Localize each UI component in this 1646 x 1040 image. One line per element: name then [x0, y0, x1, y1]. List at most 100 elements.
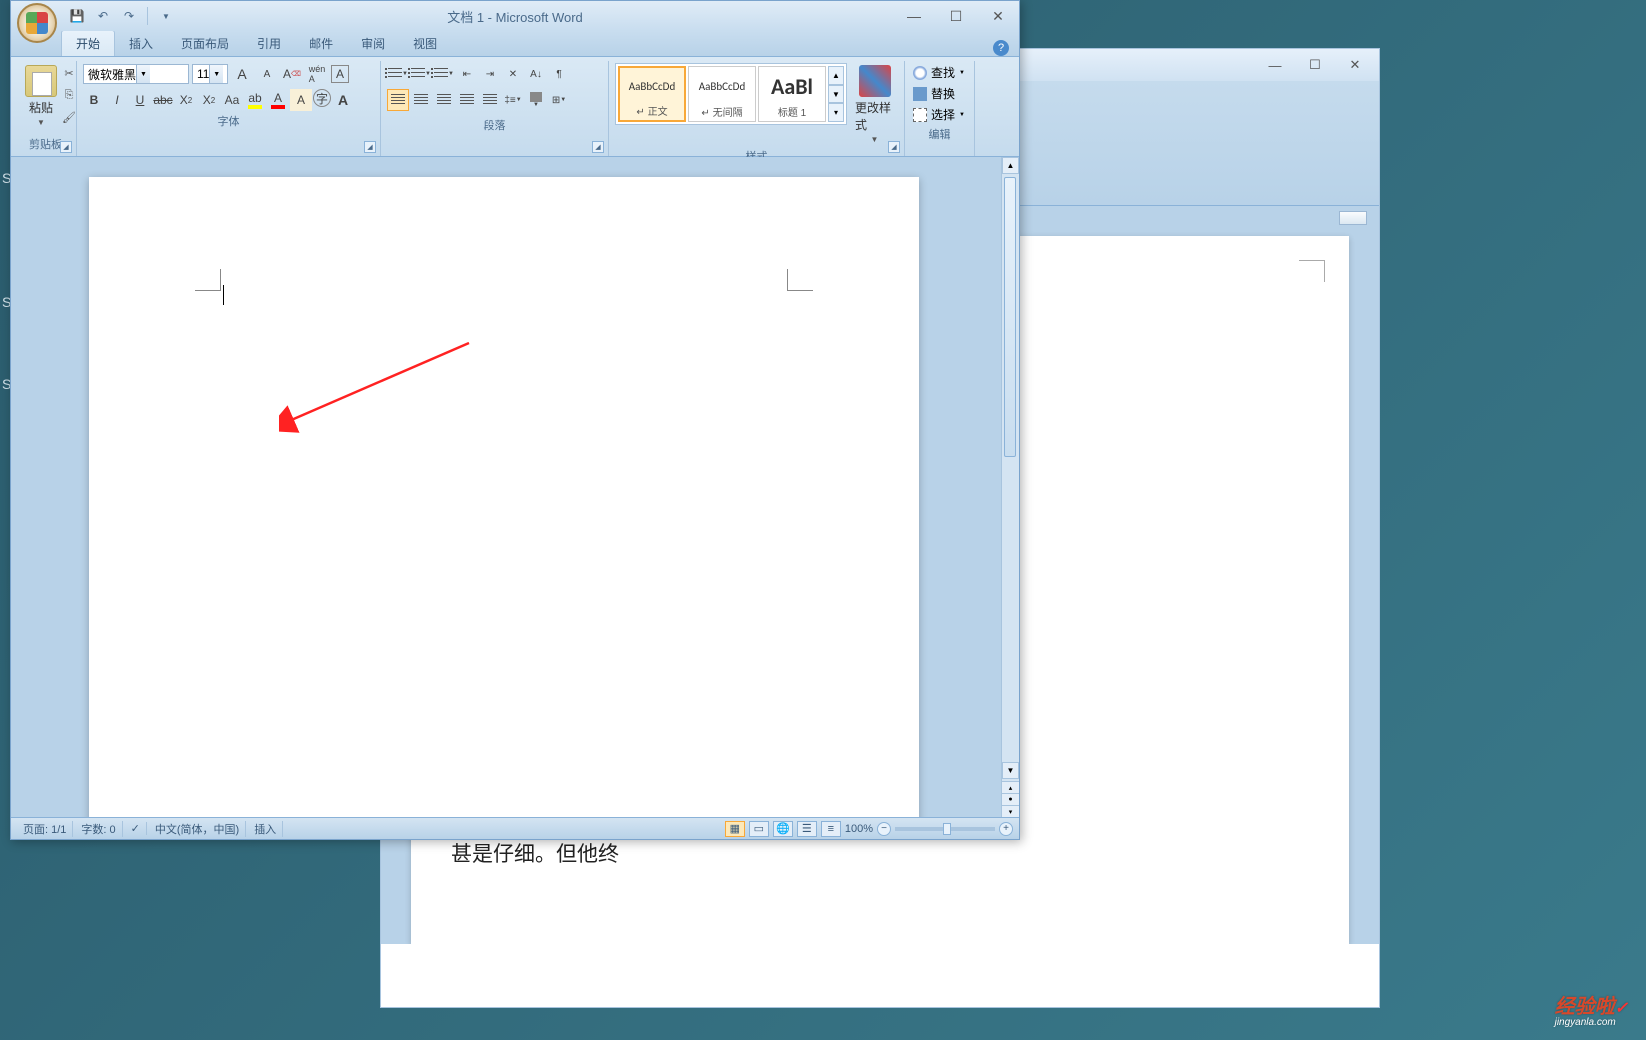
status-language[interactable]: 中文(简体，中国)	[149, 821, 246, 837]
qat-separator	[147, 7, 148, 25]
view-outline[interactable]: ☰	[797, 821, 817, 837]
zoom-thumb[interactable]	[943, 823, 951, 835]
align-center-button[interactable]	[410, 89, 432, 111]
copy-button[interactable]: ⎘	[59, 85, 79, 105]
back-minimize-button[interactable]: —	[1255, 53, 1295, 77]
status-words[interactable]: 字数: 0	[75, 821, 122, 837]
clear-format-button[interactable]: A⌫	[281, 63, 303, 85]
style-gallery-more[interactable]: ▲▼▾	[828, 66, 844, 122]
font-color-button[interactable]: A	[267, 89, 289, 111]
change-case-button[interactable]: Aa	[221, 89, 243, 111]
tab-插入[interactable]: 插入	[115, 31, 167, 56]
tab-页面布局[interactable]: 页面布局	[167, 31, 243, 56]
prev-page-button[interactable]: ▴	[1002, 781, 1019, 793]
document-page[interactable]	[89, 177, 919, 817]
tab-引用[interactable]: 引用	[243, 31, 295, 56]
char-shading-button[interactable]: A	[290, 89, 312, 111]
tab-邮件[interactable]: 邮件	[295, 31, 347, 56]
next-page-button[interactable]: ▾	[1002, 805, 1019, 817]
clipboard-launcher[interactable]: ◢	[60, 141, 72, 153]
format-painter-button[interactable]: 🖌	[59, 107, 79, 127]
italic-button[interactable]: I	[106, 89, 128, 111]
style-item-0[interactable]: AaBbCcDd↵ 正文	[618, 66, 686, 122]
align-justify-button[interactable]	[456, 89, 478, 111]
decrease-indent-button[interactable]: ⇤	[456, 63, 478, 85]
strikethrough-button[interactable]: abc	[152, 89, 174, 111]
sort-button[interactable]: A↓	[525, 63, 547, 85]
browse-object-button[interactable]: ●	[1002, 793, 1019, 805]
zoom-level[interactable]: 100%	[845, 823, 873, 835]
borders-button[interactable]: ⊞▼	[548, 89, 570, 111]
office-button[interactable]	[17, 3, 57, 43]
status-mode[interactable]: 插入	[248, 821, 283, 837]
qat-save-button[interactable]: 💾	[67, 6, 87, 26]
font-size-combo[interactable]: 11▼	[192, 64, 228, 84]
shrink-font-button[interactable]: A	[256, 63, 278, 85]
scroll-up-button[interactable]: ▲	[1002, 157, 1019, 174]
align-right-button[interactable]	[433, 89, 455, 111]
select-button[interactable]: 选择▼	[911, 105, 968, 124]
align-left-button[interactable]	[387, 89, 409, 111]
tab-视图[interactable]: 视图	[399, 31, 451, 56]
document-area[interactable]: ▲ ▼ ▴ ● ▾	[11, 157, 1019, 817]
back-close-button[interactable]: ✕	[1335, 53, 1375, 77]
style-gallery[interactable]: AaBbCcDd↵ 正文AaBbCcDd↵ 无间隔AaBl标题 1▲▼▾	[615, 63, 847, 125]
font-launcher[interactable]: ◢	[364, 141, 376, 153]
scroll-thumb[interactable]	[1004, 177, 1016, 457]
font-name-value: 微软雅黑	[88, 66, 136, 83]
ribbon-tabstrip: 开始插入页面布局引用邮件审阅视图?	[11, 31, 1019, 57]
bold-button[interactable]: B	[83, 89, 105, 111]
zoom-out-button[interactable]: −	[877, 822, 891, 836]
back-maximize-button[interactable]: ☐	[1295, 53, 1335, 77]
paragraph-launcher[interactable]: ◢	[592, 141, 604, 153]
asian-layout-button[interactable]: ✕	[502, 63, 524, 85]
text-cursor	[223, 285, 224, 305]
style-item-2[interactable]: AaBl标题 1	[758, 66, 826, 122]
font-name-combo[interactable]: 微软雅黑▼	[83, 64, 189, 84]
zoom-slider[interactable]	[895, 827, 995, 831]
big-font-button[interactable]: A	[332, 89, 354, 111]
highlight-button[interactable]: ab	[244, 89, 266, 111]
close-button[interactable]: ✕	[977, 5, 1019, 27]
styles-launcher[interactable]: ◢	[888, 141, 900, 153]
editing-group-label: 编辑	[911, 124, 968, 144]
distributed-button[interactable]	[479, 89, 501, 111]
show-marks-button[interactable]: ¶	[548, 63, 570, 85]
qat-redo-button[interactable]: ↷	[119, 6, 139, 26]
replace-button[interactable]: 替换	[911, 84, 968, 103]
maximize-button[interactable]: ☐	[935, 5, 977, 27]
vertical-scrollbar[interactable]: ▲ ▼ ▴ ● ▾	[1001, 157, 1019, 817]
numbering-button[interactable]: ▼	[410, 63, 432, 85]
enclose-char-button[interactable]: 字	[313, 89, 331, 107]
phonetic-guide-button[interactable]: wénA	[306, 63, 328, 85]
status-page[interactable]: 页面: 1/1	[17, 821, 73, 837]
qat-customize-button[interactable]: ▼	[156, 6, 176, 26]
minimize-button[interactable]: —	[893, 5, 935, 27]
scroll-down-button[interactable]: ▼	[1002, 762, 1019, 779]
multilevel-button[interactable]: ▼	[433, 63, 455, 85]
view-web-layout[interactable]: 🌐	[773, 821, 793, 837]
grow-font-button[interactable]: A	[231, 63, 253, 85]
view-draft[interactable]: ≡	[821, 821, 841, 837]
underline-button[interactable]: U	[129, 89, 151, 111]
bullets-button[interactable]: ▼	[387, 63, 409, 85]
shading-button[interactable]: ▼	[525, 89, 547, 111]
char-border-button[interactable]: A	[331, 65, 349, 83]
view-full-screen[interactable]: ▭	[749, 821, 769, 837]
qat-undo-button[interactable]: ↶	[93, 6, 113, 26]
status-proofing-icon[interactable]: ✓	[125, 822, 147, 835]
cut-button[interactable]: ✂	[59, 63, 79, 83]
subscript-button[interactable]: X2	[175, 89, 197, 111]
superscript-button[interactable]: X2	[198, 89, 220, 111]
zoom-in-button[interactable]: +	[999, 822, 1013, 836]
back-dialog-launcher[interactable]	[1339, 211, 1367, 225]
view-print-layout[interactable]: ▦	[725, 821, 745, 837]
tab-审阅[interactable]: 审阅	[347, 31, 399, 56]
tab-开始[interactable]: 开始	[61, 30, 115, 56]
find-button[interactable]: 查找▼	[911, 63, 968, 82]
style-item-1[interactable]: AaBbCcDd↵ 无间隔	[688, 66, 756, 122]
line-spacing-button[interactable]: ‡≡▼	[502, 89, 524, 111]
increase-indent-button[interactable]: ⇥	[479, 63, 501, 85]
help-icon[interactable]: ?	[993, 40, 1009, 56]
change-styles-button[interactable]: 更改样式 ▼	[851, 63, 898, 146]
